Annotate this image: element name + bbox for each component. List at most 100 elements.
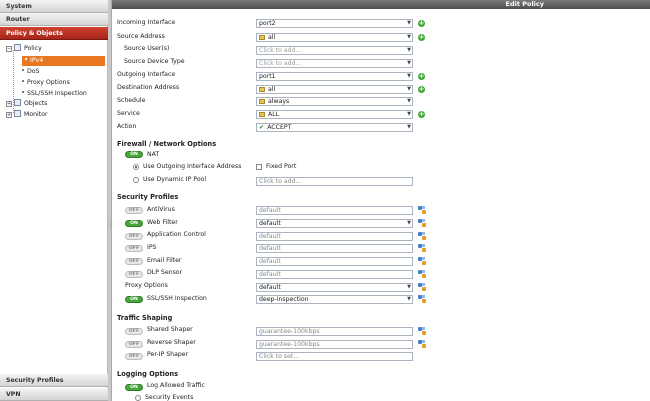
- ips-toggle[interactable]: OFF: [125, 245, 143, 252]
- edit-profile-icon[interactable]: [418, 257, 426, 265]
- antivirus-profile-field: default: [256, 206, 413, 215]
- tree-item-monitor[interactable]: + Monitor: [6, 110, 48, 120]
- nat-label: NAT: [147, 151, 160, 158]
- edit-profile-icon[interactable]: [418, 219, 426, 227]
- bullet-icon: [22, 69, 24, 71]
- add-service-icon[interactable]: +: [418, 111, 425, 118]
- source-users-select[interactable]: Click to add... ▼: [256, 46, 413, 55]
- ips-label: IPS: [147, 244, 157, 251]
- policy-folder-icon: [14, 44, 21, 51]
- tree-item-policy[interactable]: − Policy: [6, 44, 42, 54]
- dropdown-arrow-icon: ▼: [407, 284, 411, 290]
- fixed-port-checkbox[interactable]: [256, 164, 262, 170]
- dropdown-arrow-icon: ▼: [407, 73, 411, 79]
- dropdown-arrow-icon: ▼: [407, 34, 411, 40]
- edit-profile-icon[interactable]: [418, 206, 426, 214]
- security-events-radio[interactable]: [135, 395, 141, 401]
- service-select[interactable]: ALL ▼: [256, 110, 413, 119]
- web-filter-toggle[interactable]: ON: [125, 220, 143, 227]
- application-control-profile-field: default: [256, 232, 413, 241]
- expand-icon[interactable]: +: [6, 112, 12, 118]
- tree-item-ssl-ssh-inspection[interactable]: SSL/SSH Inspection: [22, 89, 87, 99]
- ssl-ssh-inspection-select[interactable]: deep-inspection ▼: [256, 295, 413, 304]
- tree-item-objects[interactable]: + Objects: [6, 99, 47, 109]
- schedule-select[interactable]: always ▼: [256, 97, 413, 106]
- select-value: always: [268, 98, 290, 105]
- tree-item-label: SSL/SSH Inspection: [27, 90, 87, 97]
- dropdown-arrow-icon: ▼: [407, 98, 411, 104]
- log-allowed-traffic-label: Log Allowed Traffic: [147, 382, 205, 389]
- dlp-sensor-toggle[interactable]: OFF: [125, 271, 143, 278]
- source-address-select[interactable]: all ▼: [256, 33, 413, 42]
- add-incoming-interface-icon[interactable]: +: [418, 20, 425, 27]
- traffic-shaping-heading: Traffic Shaping: [117, 314, 173, 322]
- nav-section-security-profiles[interactable]: Security Profiles: [0, 374, 108, 387]
- nav-section-vpn[interactable]: VPN: [0, 388, 108, 401]
- ssl-ssh-inspection-toggle[interactable]: ON: [125, 296, 143, 303]
- tree-item-ipv4[interactable]: IPv4: [22, 56, 105, 66]
- fixed-port-label: Fixed Port: [266, 163, 297, 170]
- dlp-sensor-profile-field: default: [256, 270, 413, 279]
- address-icon: [259, 35, 265, 40]
- ssl-ssh-inspection-label: SSL/SSH Inspection: [147, 295, 207, 302]
- email-filter-toggle[interactable]: OFF: [125, 258, 143, 265]
- add-outgoing-interface-icon[interactable]: +: [418, 73, 425, 80]
- ip-pool-field[interactable]: Click to add...: [256, 177, 413, 186]
- per-ip-shaper-toggle[interactable]: OFF: [125, 353, 143, 360]
- nat-toggle[interactable]: ON: [125, 151, 143, 158]
- select-placeholder: Click to add...: [259, 60, 302, 67]
- incoming-interface-select[interactable]: port2 ▼: [256, 19, 413, 28]
- bullet-icon: [22, 91, 24, 93]
- dropdown-arrow-icon: ▼: [407, 220, 411, 226]
- splitter-grip-icon[interactable]: ⋮: [108, 220, 113, 230]
- edit-profile-icon[interactable]: [418, 295, 426, 303]
- action-select[interactable]: ✔ ACCEPT ▼: [256, 123, 413, 132]
- proxy-options-select[interactable]: default ▼: [256, 283, 413, 292]
- service-label: Service: [117, 110, 140, 117]
- edit-shaper-icon[interactable]: [418, 327, 426, 335]
- outgoing-interface-label: Outgoing Interface: [117, 71, 176, 78]
- antivirus-toggle[interactable]: OFF: [125, 207, 143, 214]
- outgoing-interface-select[interactable]: port1 ▼: [256, 72, 413, 81]
- edit-profile-icon[interactable]: [418, 283, 426, 291]
- expand-icon[interactable]: +: [6, 101, 12, 107]
- edit-profile-icon[interactable]: [418, 232, 426, 240]
- tree-item-label: Policy: [24, 45, 42, 52]
- edit-profile-icon[interactable]: [418, 270, 426, 278]
- edit-shaper-icon[interactable]: [418, 340, 426, 348]
- per-ip-shaper-field[interactable]: Click to set...: [256, 352, 413, 361]
- destination-address-select[interactable]: all ▼: [256, 85, 413, 94]
- tree-item-label: Objects: [24, 100, 48, 107]
- source-users-label: Source User(s): [124, 45, 170, 52]
- shared-shaper-toggle[interactable]: OFF: [125, 328, 143, 335]
- select-value: port2: [259, 20, 276, 27]
- tree-item-dos[interactable]: DoS: [22, 67, 39, 77]
- dropdown-arrow-icon: ▼: [407, 60, 411, 66]
- tree-item-label: DoS: [27, 68, 40, 75]
- edit-profile-icon[interactable]: [418, 244, 426, 252]
- checkmark-icon: ✔: [259, 124, 265, 131]
- add-source-address-icon[interactable]: +: [418, 34, 425, 41]
- tree-item-proxy-options[interactable]: Proxy Options: [22, 78, 70, 88]
- use-dynamic-ip-pool-radio[interactable]: [133, 177, 139, 183]
- use-outgoing-interface-radio[interactable]: [133, 164, 139, 170]
- select-value: default: [259, 220, 281, 227]
- dropdown-arrow-icon: ▼: [407, 124, 411, 130]
- dropdown-arrow-icon: ▼: [407, 20, 411, 26]
- source-device-type-select[interactable]: Click to add... ▼: [256, 59, 413, 68]
- collapse-icon[interactable]: −: [6, 46, 12, 52]
- page-title: Edit Policy: [505, 0, 544, 8]
- nav-section-policy-objects[interactable]: Policy & Objects: [0, 27, 108, 40]
- reverse-shaper-toggle[interactable]: OFF: [125, 341, 143, 348]
- nav-section-system[interactable]: System: [0, 0, 108, 13]
- log-allowed-traffic-toggle[interactable]: ON: [125, 384, 143, 391]
- web-filter-profile-select[interactable]: default ▼: [256, 219, 413, 228]
- destination-address-label: Destination Address: [117, 84, 180, 91]
- add-destination-address-icon[interactable]: +: [418, 86, 425, 93]
- tree-item-label: Proxy Options: [27, 79, 70, 86]
- application-control-toggle[interactable]: OFF: [125, 233, 143, 240]
- select-value: all: [268, 34, 276, 41]
- panel-splitter[interactable]: ⋮: [108, 0, 113, 401]
- nav-section-router[interactable]: Router: [0, 13, 108, 26]
- dropdown-arrow-icon: ▼: [407, 296, 411, 302]
